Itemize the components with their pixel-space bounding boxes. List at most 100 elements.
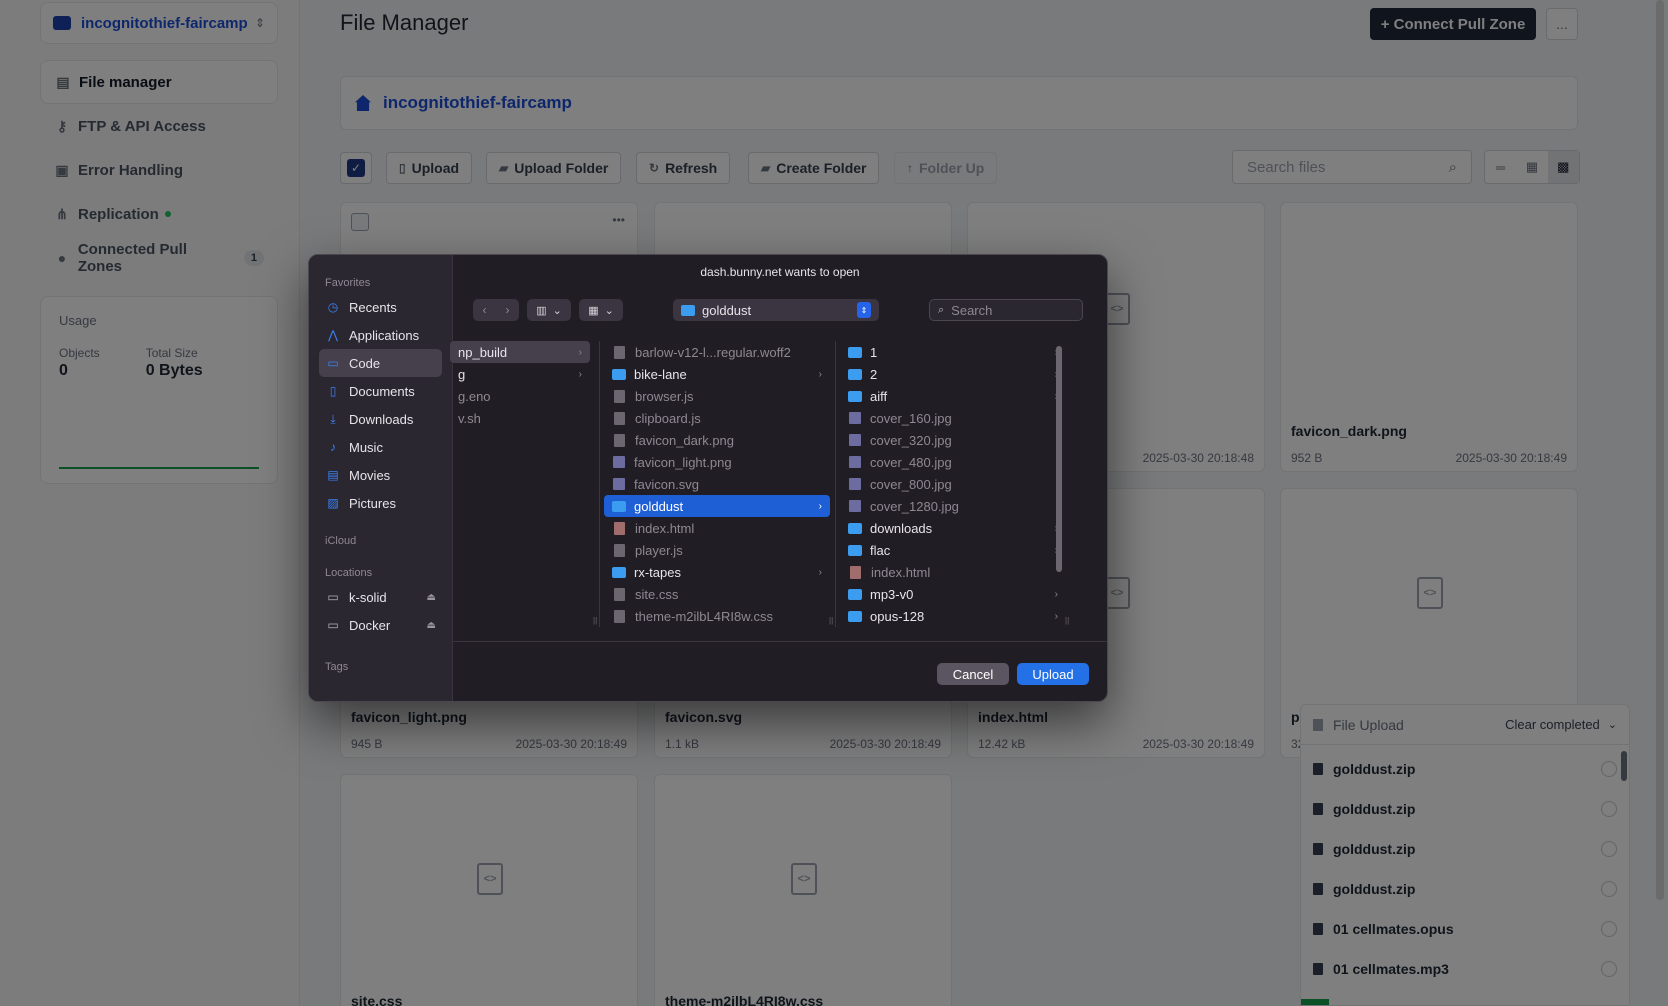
favorite-applications[interactable]: ⋀ Applications xyxy=(319,321,442,349)
item-name: g xyxy=(458,366,466,382)
dialog-search-input[interactable]: ⌕ Search xyxy=(929,299,1083,321)
location-popup[interactable]: golddust ⇕ xyxy=(673,299,879,321)
drive-icon: ▭ xyxy=(327,618,339,632)
back-icon[interactable]: ‹ xyxy=(473,299,496,321)
item-name: favicon.svg xyxy=(634,476,700,492)
favorite-label: Downloads xyxy=(349,411,414,427)
file-row[interactable]: favicon_light.png xyxy=(604,451,830,473)
file-icon xyxy=(614,609,625,623)
item-name: browser.js xyxy=(635,388,694,404)
cancel-button[interactable]: Cancel xyxy=(937,663,1009,685)
file-row[interactable]: site.css xyxy=(604,583,830,605)
favorite-downloads[interactable]: ⤓ Downloads xyxy=(319,405,442,433)
file-row[interactable]: cover_800.jpg xyxy=(840,473,1066,495)
folder-icon xyxy=(848,346,862,358)
column-divider[interactable] xyxy=(835,341,836,627)
item-name: site.css xyxy=(635,586,679,602)
group-button[interactable]: ▦ ⌄ xyxy=(579,299,623,321)
file-row[interactable]: clipboard.js xyxy=(604,407,830,429)
browser-column-1: np_build › g › g.eno v.sh xyxy=(447,341,593,627)
image-file-icon xyxy=(849,412,861,424)
file-icon xyxy=(614,389,625,403)
location-docker[interactable]: ▭ Docker ⏏ xyxy=(319,611,442,639)
folder-row[interactable]: g › xyxy=(450,363,590,385)
favorite-label: Documents xyxy=(349,383,415,399)
location-label: k-solid xyxy=(349,589,387,605)
folder-row[interactable]: rx-tapes › xyxy=(604,561,830,583)
forward-icon[interactable]: › xyxy=(496,299,519,321)
grid-icon: ▦ xyxy=(588,304,599,317)
file-row[interactable]: v.sh xyxy=(450,407,590,429)
favorite-movies[interactable]: ▤ Movies xyxy=(319,461,442,489)
item-name: 2 xyxy=(870,366,878,382)
chevron-down-icon: ⌄ xyxy=(552,304,562,317)
folder-row[interactable]: bike-lane › xyxy=(604,363,830,385)
file-row[interactable]: cover_480.jpg xyxy=(840,451,1066,473)
favorite-code[interactable]: ▭ Code xyxy=(319,349,442,377)
file-row[interactable]: favicon.svg xyxy=(604,473,830,495)
item-name: theme-m2ilbL4RI8w.css xyxy=(635,608,773,624)
image-file-icon xyxy=(849,434,861,446)
chevron-right-icon: › xyxy=(818,368,822,380)
image-file-icon xyxy=(613,478,625,490)
favorite-pictures[interactable]: ▨ Pictures xyxy=(319,489,442,517)
column-resize-handle[interactable]: || xyxy=(593,616,597,625)
file-row[interactable]: g.eno xyxy=(450,385,590,407)
image-file-icon xyxy=(613,456,625,468)
folder-icon xyxy=(848,544,862,556)
folder-row[interactable]: 1› xyxy=(840,341,1066,363)
file-row[interactable]: index.html xyxy=(840,561,1066,583)
location-k-solid[interactable]: ▭ k-solid ⏏ xyxy=(319,583,442,611)
folder-icon xyxy=(848,390,862,402)
eject-icon[interactable]: ⏏ xyxy=(427,620,436,631)
column-divider[interactable] xyxy=(599,341,600,627)
location-label: Docker xyxy=(349,617,391,633)
folder-row[interactable]: downloads› xyxy=(840,517,1066,539)
file-row[interactable]: theme-m2ilbL4RI8w.css xyxy=(604,605,830,627)
item-name: bike-lane xyxy=(634,366,687,382)
search-icon: ⌕ xyxy=(938,303,945,316)
search-placeholder: Search xyxy=(951,302,993,318)
item-name: cover_480.jpg xyxy=(870,454,952,470)
vertical-scrollbar[interactable] xyxy=(1056,346,1062,572)
item-name: 1 xyxy=(870,344,878,360)
folder-row[interactable]: opus-128 › xyxy=(840,605,1066,627)
file-row[interactable]: index.html xyxy=(604,517,830,539)
column-resize-handle[interactable]: || xyxy=(1065,616,1069,625)
favorite-documents[interactable]: ▯ Documents xyxy=(319,377,442,405)
file-row[interactable]: cover_320.jpg xyxy=(840,429,1066,451)
favorite-label: Code xyxy=(349,355,381,371)
folder-row[interactable]: np_build › xyxy=(450,341,590,363)
folder-icon xyxy=(612,368,626,380)
folder-row[interactable]: aiff› xyxy=(840,385,1066,407)
folder-row[interactable]: 2› xyxy=(840,363,1066,385)
item-name: flac xyxy=(870,542,891,558)
upload-confirm-button[interactable]: Upload xyxy=(1017,663,1089,685)
file-icon xyxy=(614,543,625,557)
updown-arrows-icon: ⇕ xyxy=(857,302,871,318)
page-scrollbar[interactable] xyxy=(1656,0,1664,900)
chevron-right-icon: › xyxy=(578,368,582,380)
item-name: mp3-v0 xyxy=(870,586,914,602)
favorite-recents[interactable]: ◷ Recents xyxy=(319,293,442,321)
item-name: g.eno xyxy=(458,388,491,404)
music-icon: ♪ xyxy=(330,440,336,454)
icloud-heading: iCloud xyxy=(325,535,357,547)
folder-row[interactable]: flac› xyxy=(840,539,1066,561)
folder-row[interactable]: golddust › xyxy=(604,495,830,517)
file-row[interactable]: favicon_dark.png xyxy=(604,429,830,451)
file-row[interactable]: browser.js xyxy=(604,385,830,407)
item-name: favicon_dark.png xyxy=(635,432,735,448)
column-view-button[interactable]: ▥ ⌄ xyxy=(527,299,571,321)
file-row[interactable]: player.js xyxy=(604,539,830,561)
file-row[interactable]: cover_160.jpg xyxy=(840,407,1066,429)
favorite-music[interactable]: ♪ Music xyxy=(319,433,442,461)
document-icon: ▯ xyxy=(329,384,337,398)
file-row[interactable]: cover_1280.jpg xyxy=(840,495,1066,517)
column-resize-handle[interactable]: || xyxy=(829,616,833,625)
file-row[interactable]: barlow-v12-l...regular.woff2 xyxy=(604,341,830,363)
dialog-separator xyxy=(453,641,1107,642)
eject-icon[interactable]: ⏏ xyxy=(427,592,436,603)
back-forward-group: ‹ › xyxy=(473,299,519,321)
folder-row[interactable]: mp3-v0 › xyxy=(840,583,1066,605)
